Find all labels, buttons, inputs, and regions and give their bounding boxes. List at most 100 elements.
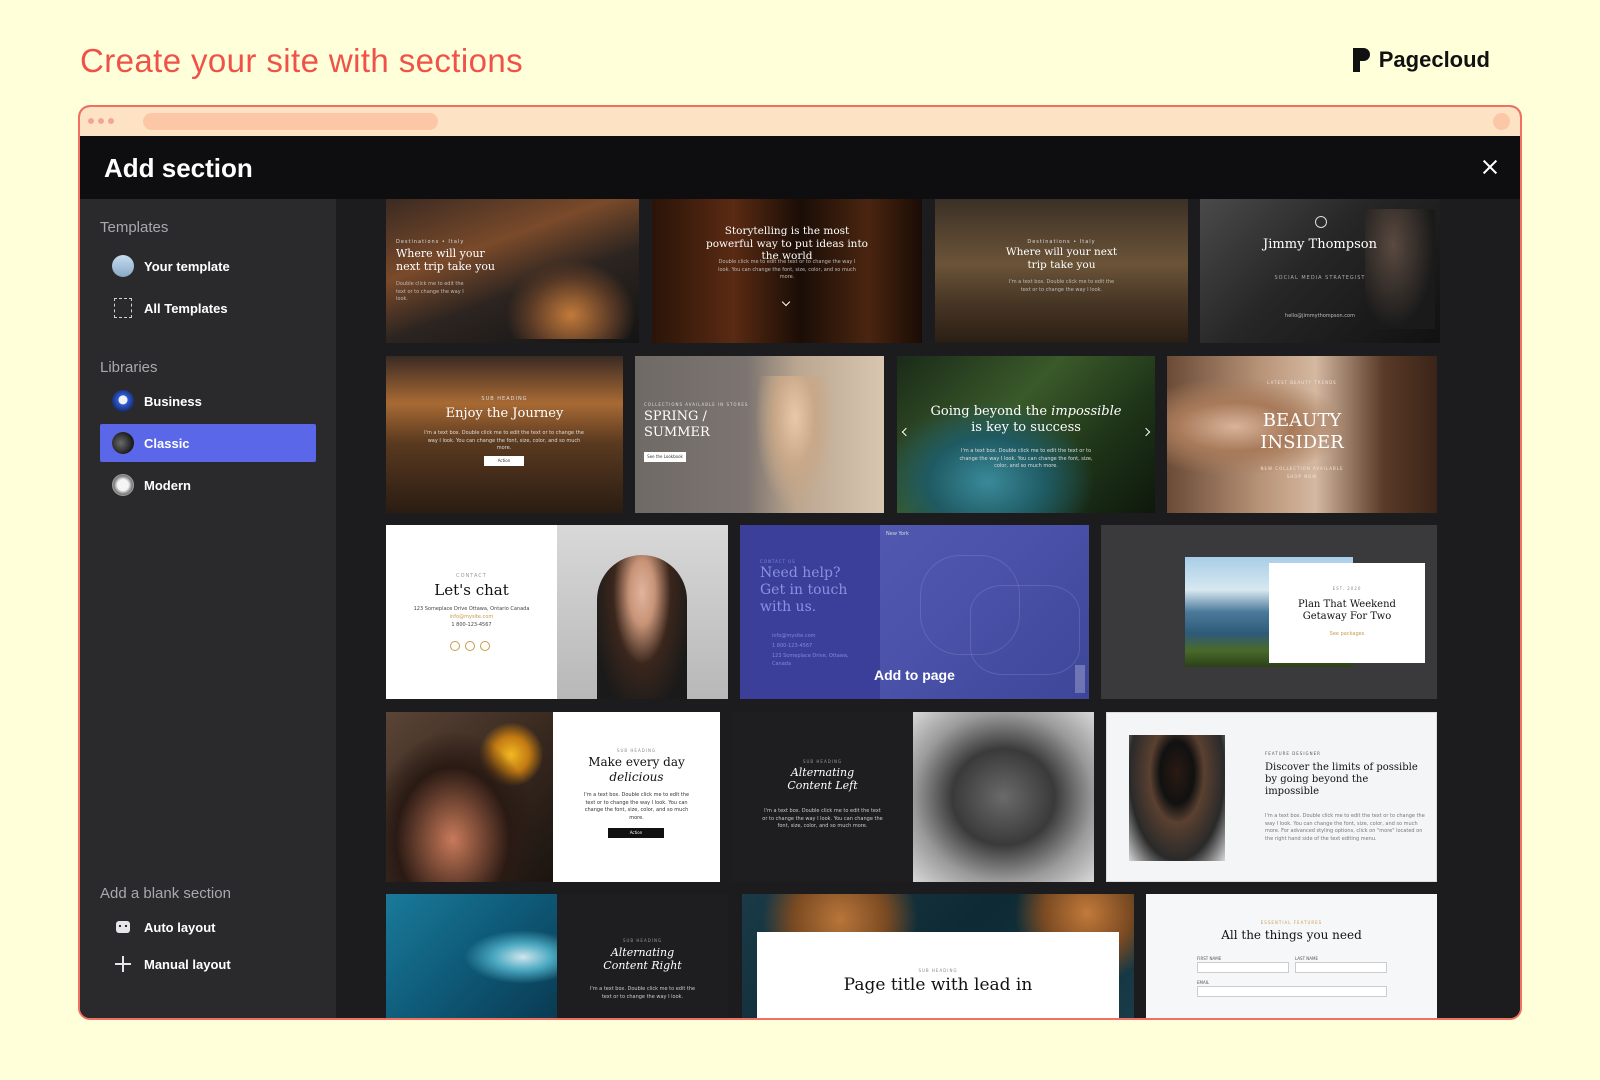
- section-card-contact-chat[interactable]: CONTACT Let's chat 123 Someplace Drive O…: [386, 525, 728, 699]
- card-phone: 1 800-123-4567: [451, 622, 492, 628]
- instagram-icon[interactable]: [480, 641, 490, 651]
- card-title: Need help? Get in touch with us.: [760, 565, 848, 615]
- card-email: info@mysite.com: [772, 633, 816, 639]
- section-card-storytelling[interactable]: Storytelling is the most powerful way to…: [652, 199, 922, 343]
- card-body: I'm a text box. Double click me to edit …: [959, 448, 1093, 469]
- card-title: Discover the limits of possible by going…: [1265, 762, 1418, 797]
- facebook-icon[interactable]: [465, 641, 475, 651]
- section-card-profile[interactable]: Jimmy Thompson SOCIAL MEDIA STRATEGIST h…: [1200, 199, 1440, 343]
- card-kicker: SUB HEADING: [616, 748, 657, 753]
- card-title: Jimmy Thompson: [1263, 237, 1377, 252]
- section-card-beauty-insider[interactable]: LATEST BEAUTY TRENDS BEAUTY INSIDER NEW …: [1167, 356, 1437, 513]
- card-address: 123 Someplace Drive, Ottawa, Canada: [772, 653, 849, 667]
- map-zoom-control[interactable]: [1075, 665, 1085, 693]
- section-card-form[interactable]: ESSENTIAL FEATURES All the things you ne…: [1146, 894, 1437, 1018]
- brand-logo: Pagecloud: [1352, 47, 1490, 73]
- profile-image: [1129, 735, 1225, 861]
- card-title: Storytelling is the most powerful way to…: [706, 225, 868, 263]
- section-card-delicious[interactable]: SUB HEADING Make every day delicious I'm…: [386, 712, 720, 882]
- email-field[interactable]: [1197, 986, 1387, 997]
- sidebar-item-your-template[interactable]: Your template: [100, 247, 316, 285]
- pagecloud-logo-icon: [1352, 48, 1371, 72]
- window-controls: [88, 118, 114, 124]
- section-card-alternating-left[interactable]: SUB HEADING Alternating Content Left I'm…: [732, 712, 1094, 882]
- sidebar-item-business[interactable]: Business: [100, 382, 316, 420]
- twitter-icon[interactable]: [450, 641, 460, 651]
- sidebar-item-manual-layout[interactable]: Manual layout: [100, 945, 316, 983]
- chevron-left-icon[interactable]: [901, 427, 911, 437]
- card-email-link[interactable]: info@mysite.com: [406, 614, 537, 622]
- card-kicker: ESSENTIAL FEATURES: [1260, 920, 1323, 925]
- card-title: Where will your next trip take you: [1005, 246, 1118, 271]
- card-title: Alternating Content Right: [603, 946, 682, 973]
- section-card-need-help[interactable]: New York CONTACT US Need help? Get in to…: [740, 525, 1089, 699]
- card-action-button[interactable]: Action: [484, 456, 524, 466]
- chevron-right-icon[interactable]: [1141, 427, 1151, 437]
- card-link[interactable]: See packages: [1269, 631, 1425, 639]
- card-action-button[interactable]: See the Lookbook: [644, 452, 686, 462]
- card-subtitle: SOCIAL MEDIA STRATEGIST: [1274, 275, 1366, 281]
- card-title: Going beyond the impossible is key to suc…: [927, 404, 1125, 435]
- robot-icon: [116, 921, 130, 933]
- card-link[interactable]: SHOP NOW: [1247, 474, 1357, 479]
- field-label: LAST NAME: [1295, 956, 1319, 961]
- card-kicker: SUB HEADING: [918, 968, 958, 973]
- add-to-page-button[interactable]: Add to page: [874, 667, 955, 683]
- sidebar-item-label: Classic: [144, 435, 190, 451]
- card-title: Page title with lead in: [843, 975, 1033, 995]
- browser-toolbar: [80, 107, 1520, 136]
- browser-window: Add section Templates Your template All …: [78, 105, 1522, 1020]
- url-bar[interactable]: [143, 113, 438, 130]
- card-kicker: CONTACT: [456, 573, 487, 579]
- card-title: BEAUTY INSIDER: [1260, 410, 1344, 453]
- card-kicker: EST. 2020: [1332, 586, 1362, 591]
- section-card-alternating-right[interactable]: SUB HEADING Alternating Content Right I'…: [386, 894, 728, 1018]
- card-body: I'm a text box. Double click me to edit …: [583, 792, 690, 821]
- section-card-travel-center[interactable]: Destinations • Italy Where will your nex…: [935, 199, 1188, 343]
- card-address: 123 Someplace Drive Ottawa, Ontario Cana…: [413, 606, 530, 612]
- section-card-beyond-impossible[interactable]: Going beyond the impossible is key to suc…: [897, 356, 1155, 513]
- card-body: I'm a text box. Double click me to edit …: [589, 986, 696, 1000]
- card-kicker: SUB HEADING: [802, 759, 843, 764]
- section-card-feature-designer[interactable]: FEATURE DESIGNER Discover the limits of …: [1106, 712, 1437, 882]
- card-title: Let's chat: [434, 581, 509, 599]
- card-title: Plan That Weekend Getaway For Two: [1298, 599, 1396, 622]
- card-title: SPRING / SUMMER: [644, 409, 710, 440]
- card-title: All the things you need: [1221, 928, 1362, 942]
- card-kicker: CONTACT US: [760, 559, 796, 564]
- first-name-field[interactable]: [1197, 962, 1289, 973]
- card-body: hello@jimmythompson.com: [1285, 313, 1355, 319]
- section-card-page-title[interactable]: SUB HEADING Page title with lead in: [742, 894, 1134, 1018]
- card-title: Where will your next trip take you: [396, 247, 496, 274]
- browser-menu-icon[interactable]: [1493, 113, 1510, 130]
- libraries-heading: Libraries: [100, 359, 158, 376]
- brand-name: Pagecloud: [1378, 47, 1490, 72]
- card-kicker: Destinations • Italy: [1027, 239, 1096, 245]
- card-title: Make every day: [588, 755, 685, 769]
- modal-header: Add section: [80, 136, 1520, 199]
- classic-thumbnail-icon: [112, 432, 134, 454]
- section-card-journey[interactable]: SUB HEADING Enjoy the Journey I'm a text…: [386, 356, 623, 513]
- field-label: EMAIL: [1197, 980, 1210, 985]
- card-kicker: Destinations • Italy: [396, 239, 465, 245]
- card-title-part: Going beyond the: [930, 404, 1052, 419]
- sidebar-item-label: All Templates: [144, 300, 228, 316]
- sidebar-item-all-templates[interactable]: All Templates: [100, 289, 316, 327]
- sidebar-item-label: Auto layout: [144, 919, 216, 935]
- card-body: I'm a text box. Double click me to edit …: [1008, 279, 1115, 293]
- card-title-em: delicious: [609, 770, 664, 784]
- avatar: [1315, 216, 1327, 228]
- card-kicker: SUB HEADING: [622, 938, 663, 943]
- last-name-field[interactable]: [1295, 962, 1387, 973]
- section-card-weekend-getaway[interactable]: EST. 2020 Plan That Weekend Getaway For …: [1101, 525, 1437, 699]
- sidebar-item-label: Modern: [144, 477, 191, 493]
- business-thumbnail-icon: [112, 390, 134, 412]
- card-phone: 1 800-123-4567: [772, 643, 813, 649]
- section-card-spring-summer[interactable]: COLLECTIONS AVAILABLE IN STORES SPRING /…: [635, 356, 884, 513]
- sidebar-item-classic[interactable]: Classic: [100, 424, 316, 462]
- card-action-button[interactable]: Action: [608, 828, 664, 838]
- section-card-travel-hero[interactable]: Destinations • Italy Where will your nex…: [386, 199, 639, 343]
- sidebar-item-auto-layout[interactable]: Auto layout: [100, 908, 316, 946]
- sidebar-item-modern[interactable]: Modern: [100, 466, 316, 504]
- close-icon[interactable]: [1478, 155, 1502, 179]
